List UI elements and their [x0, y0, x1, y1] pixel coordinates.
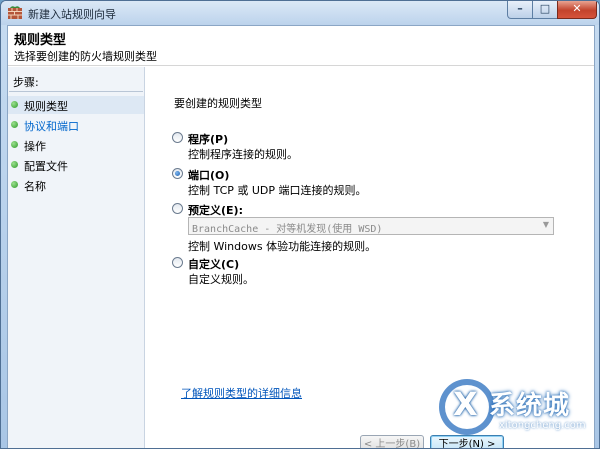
predefined-radio[interactable] — [172, 203, 183, 214]
program-radio[interactable] — [172, 132, 183, 143]
close-icon: ✕ — [572, 2, 582, 15]
window-title: 新建入站规则向导 — [28, 8, 116, 21]
page-title: 规则类型 — [14, 33, 67, 48]
rule-type-heading: 要创建的规则类型 — [174, 97, 262, 110]
sidebar-item-name: 名称 — [8, 176, 144, 194]
option-label[interactable]: 程序(P) — [188, 131, 228, 147]
option-label[interactable]: 自定义(C) — [188, 256, 239, 272]
sidebar-item-label: 规则类型 — [24, 100, 68, 113]
steps-sidebar: 步骤: 规则类型 协议和端口 操作 配置文件 名称 — [8, 67, 145, 448]
port-radio[interactable] — [172, 168, 183, 179]
sidebar-item-label: 名称 — [24, 180, 46, 193]
option-description: 控制 TCP 或 UDP 端口连接的规则。 — [188, 184, 367, 197]
maximize-icon: □ — [539, 2, 551, 15]
sidebar-item-action: 操作 — [8, 136, 144, 154]
close-button[interactable]: ✕ — [557, 1, 597, 19]
green-dot-icon — [11, 161, 18, 168]
minimize-button[interactable]: – — [507, 1, 533, 19]
maximize-button[interactable]: □ — [532, 1, 558, 19]
back-button[interactable]: < 上一步(B) — [360, 435, 424, 448]
steps-title: 步骤: — [13, 76, 39, 89]
green-dot-icon — [11, 121, 18, 128]
watermark-x-mark: X — [453, 385, 478, 423]
green-dot-icon — [11, 141, 18, 148]
watermark-url: xitongcheng.com — [499, 420, 586, 431]
steps-divider — [9, 91, 143, 92]
sidebar-item-label: 配置文件 — [24, 160, 68, 173]
chevron-down-icon: ▼ — [542, 220, 549, 229]
site-watermark: X 系统城 xitongcheng.com — [439, 379, 597, 441]
option-description: 控制 Windows 体验功能连接的规则。 — [188, 240, 377, 253]
sidebar-item-label: 协议和端口 — [24, 120, 79, 133]
minimize-icon: – — [517, 2, 523, 15]
wizard-window: 新建入站规则向导 – □ ✕ 规则类型 选择要创建的防火墙规则类型 步骤: 规则… — [0, 0, 600, 449]
option-label[interactable]: 预定义(E): — [188, 202, 243, 218]
firewall-wall-icon — [8, 6, 22, 19]
title-bar[interactable]: 新建入站规则向导 – □ ✕ — [1, 1, 599, 25]
wizard-header: 规则类型 选择要创建的防火墙规则类型 — [8, 26, 594, 66]
page-subtitle: 选择要创建的防火墙规则类型 — [14, 50, 157, 63]
learn-more-link[interactable]: 了解规则类型的详细信息 — [181, 385, 302, 401]
sidebar-item-label: 操作 — [24, 140, 46, 153]
sidebar-item-rule-type[interactable]: 规则类型 — [8, 96, 144, 114]
green-dot-icon — [11, 181, 18, 188]
sidebar-item-protocol-and-ports[interactable]: 协议和端口 — [8, 116, 144, 134]
custom-radio[interactable] — [172, 257, 183, 268]
option-description: 控制程序连接的规则。 — [188, 148, 298, 161]
option-description: 自定义规则。 — [188, 273, 254, 286]
option-label[interactable]: 端口(O) — [188, 167, 229, 183]
sidebar-item-profile: 配置文件 — [8, 156, 144, 174]
dropdown-selected-value: BranchCache - 对等机发现(使用 WSD) — [192, 224, 383, 235]
watermark-brand: 系统城 — [489, 391, 571, 421]
green-dot-icon — [11, 101, 18, 108]
predefined-rule-dropdown[interactable]: BranchCache - 对等机发现(使用 WSD) ▼ — [188, 217, 554, 235]
